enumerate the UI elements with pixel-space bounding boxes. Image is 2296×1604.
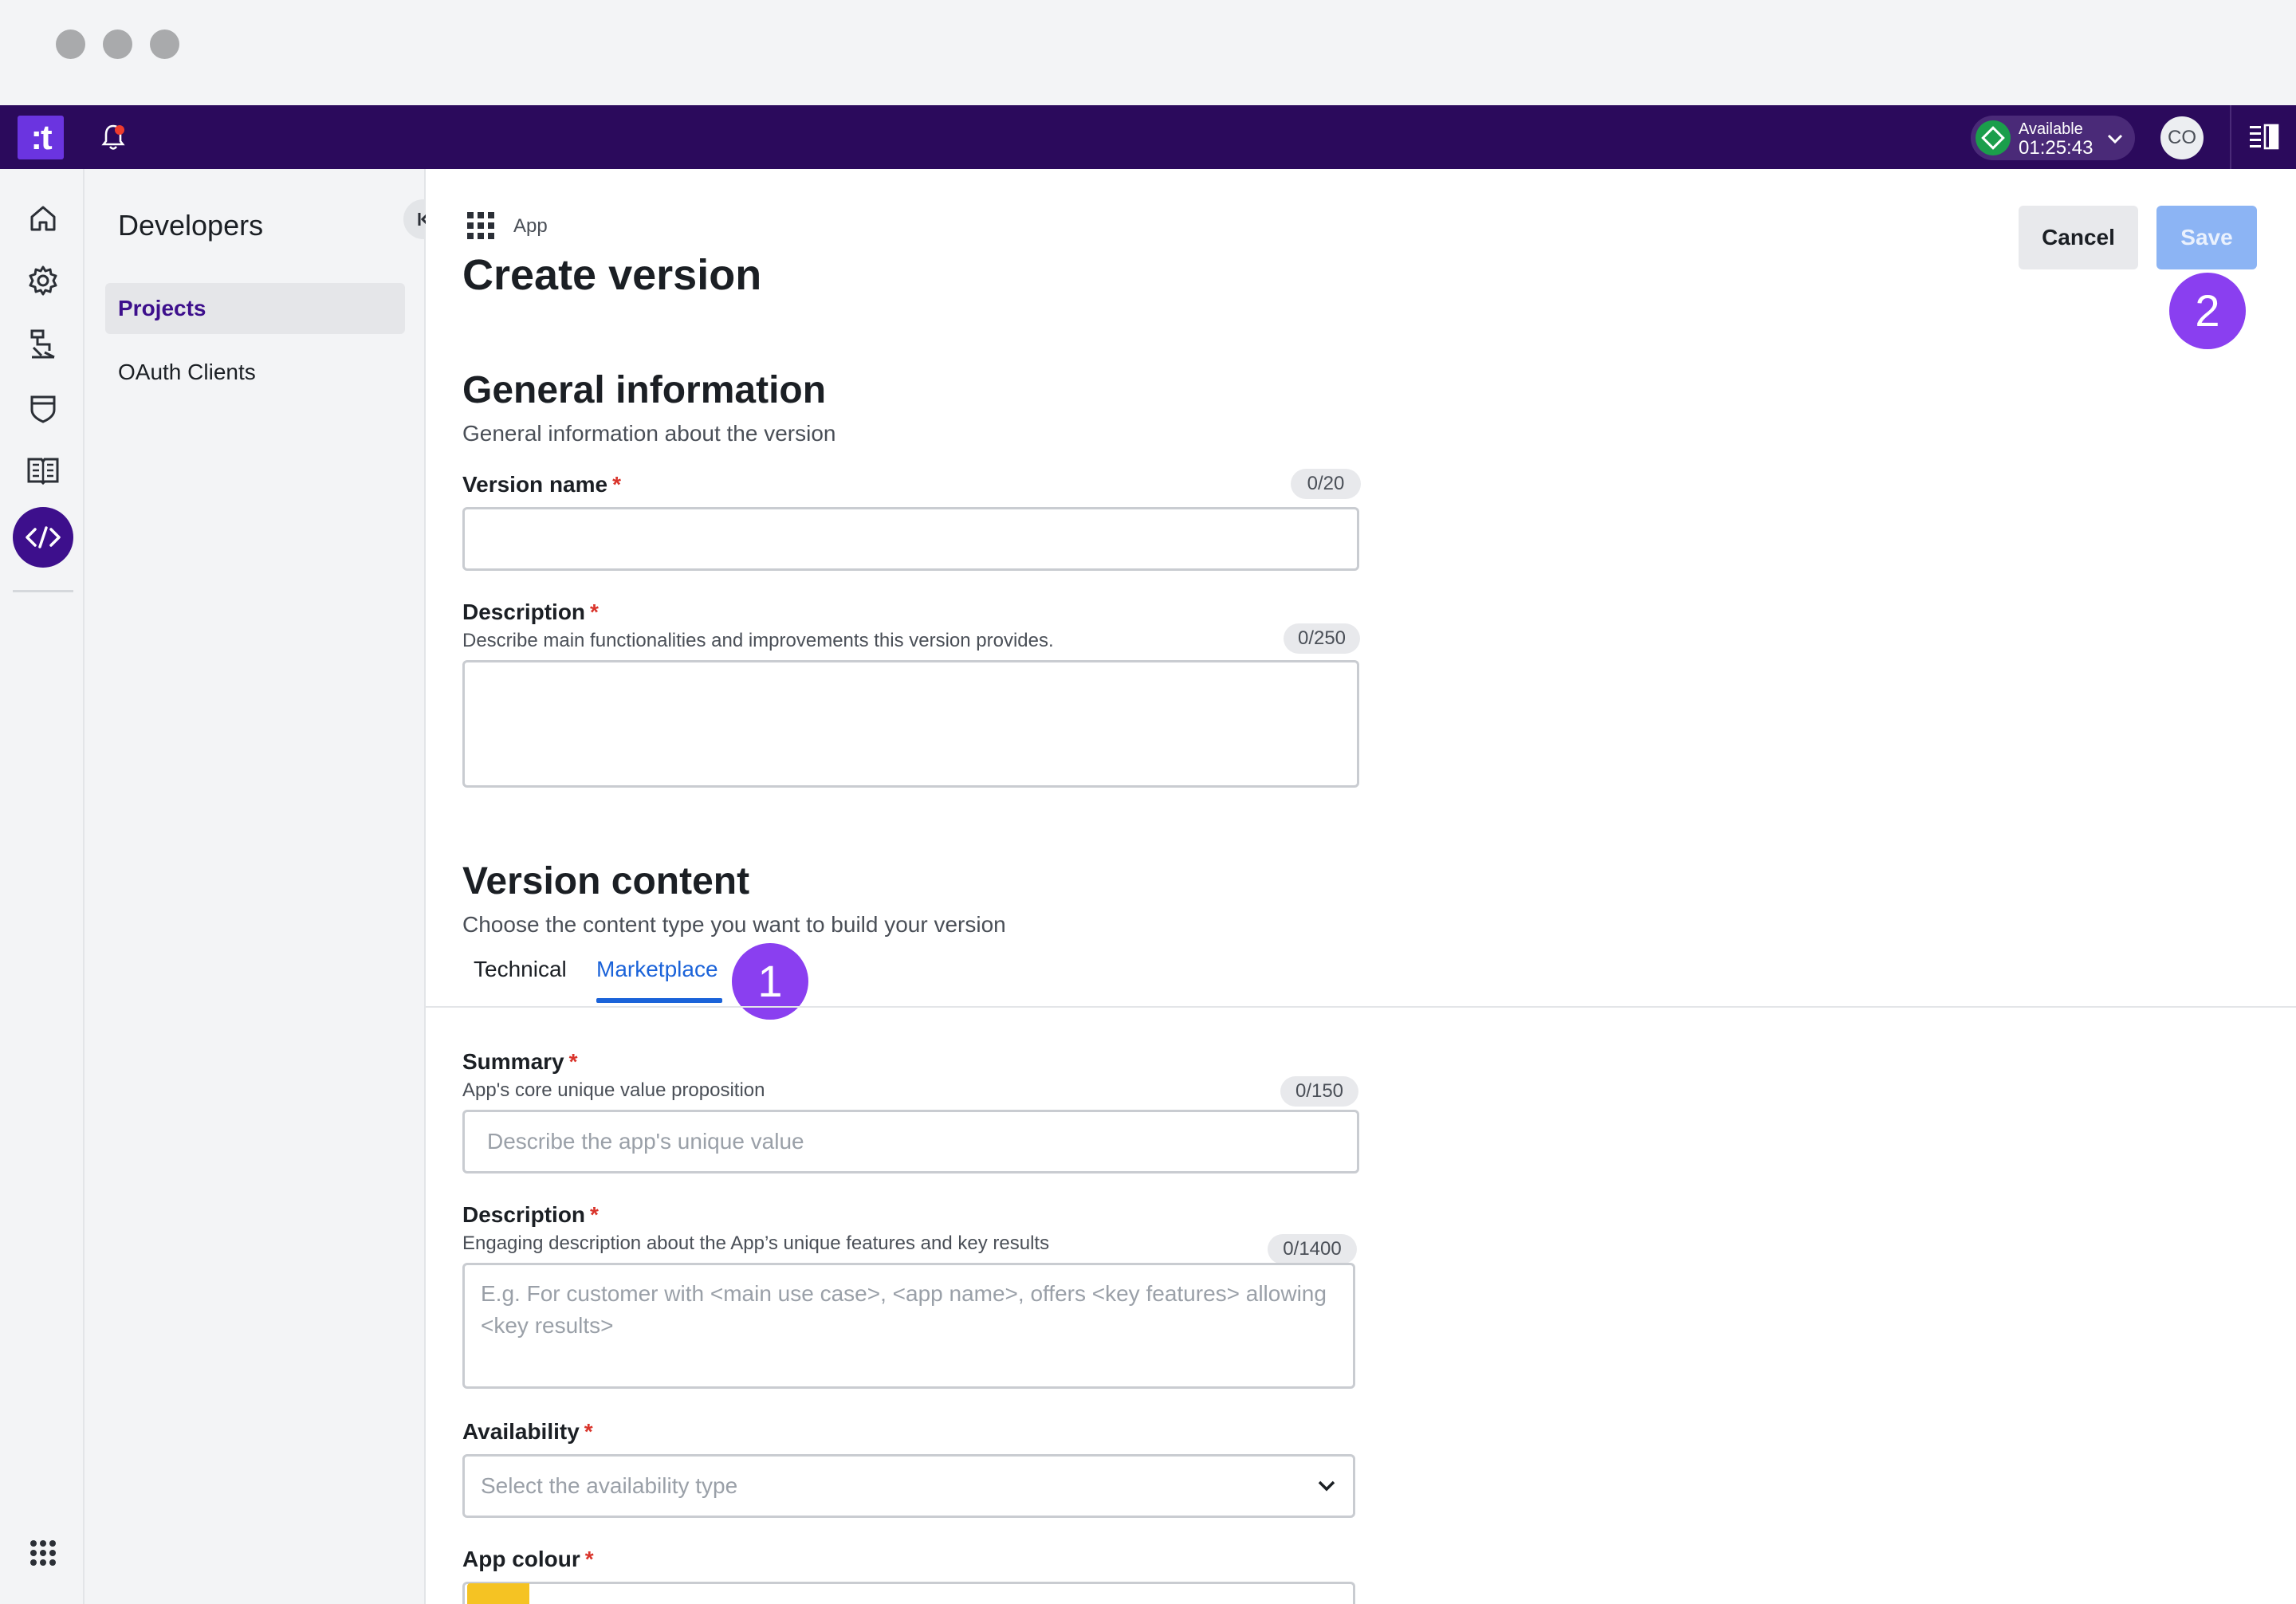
cancel-button[interactable]: Cancel (2019, 206, 2138, 269)
summary-help: App's core unique value proposition (462, 1079, 765, 1101)
save-button[interactable]: Save (2156, 206, 2257, 269)
shield-icon[interactable] (26, 391, 61, 426)
apps-grid-icon[interactable] (29, 1539, 57, 1567)
app-colour-swatch[interactable] (467, 1583, 529, 1604)
summary-counter: 0/150 (1280, 1076, 1358, 1107)
general-description-textarea[interactable] (462, 660, 1359, 788)
chevron-down-icon (2107, 134, 2123, 144)
general-description-label: Description * (462, 600, 599, 624)
code-icon (26, 526, 61, 548)
rail-item-developers[interactable] (13, 507, 73, 568)
side-panel-toggle-icon[interactable] (2248, 123, 2280, 151)
tab-divider (426, 1006, 2296, 1008)
tab-marketplace[interactable]: Marketplace (596, 957, 718, 982)
content-section-subtitle: Choose the content type you want to buil… (462, 912, 1006, 937)
marketplace-description-counter: 0/1400 (1268, 1234, 1357, 1264)
app-colour-label: App colour * (462, 1547, 594, 1571)
marketplace-description-help: Engaging description about the App’s uni… (462, 1232, 1050, 1254)
content-section-title: Version content (462, 860, 750, 902)
status-timer: 01:25:43 (2019, 137, 2094, 159)
step-badge-save: 2 (2169, 273, 2246, 349)
app-logo[interactable]: :t (18, 116, 64, 159)
notification-bell-icon[interactable] (97, 121, 129, 153)
book-icon[interactable] (26, 453, 61, 488)
window-minimize-button[interactable] (103, 29, 132, 59)
workflow-icon[interactable] (26, 327, 61, 362)
general-section-subtitle: General information about the version (462, 421, 836, 446)
icon-rail (0, 169, 85, 1604)
version-name-input[interactable] (462, 507, 1359, 571)
status-label: Available (2019, 120, 2083, 138)
app-colour-picker[interactable] (462, 1582, 1355, 1604)
window-close-button[interactable] (56, 29, 85, 59)
top-app-bar: :t Available 01:25:43 CO (0, 105, 2296, 169)
subnav-item-oauth-clients[interactable]: OAuth Clients (105, 347, 405, 398)
general-section-title: General information (462, 369, 827, 411)
tab-technical[interactable]: Technical (474, 957, 567, 982)
rail-separator (13, 590, 73, 592)
active-tab-indicator (596, 998, 722, 1003)
availability-status-dropdown[interactable]: Available 01:25:43 (1971, 116, 2135, 160)
gear-icon[interactable] (26, 263, 61, 298)
topbar-divider (2230, 105, 2231, 169)
subnav-item-projects[interactable]: Projects (105, 283, 405, 334)
summary-input[interactable]: Describe the app's unique value (462, 1110, 1359, 1174)
subnav-title: Developers (118, 209, 264, 242)
general-description-counter: 0/250 (1284, 623, 1360, 654)
page-title: Create version (462, 251, 762, 299)
developers-subnav: Developers Projects OAuth Clients (85, 169, 443, 1604)
main-content: App Create version Cancel Save 2 General… (426, 169, 2296, 1604)
status-indicator-icon (1976, 120, 2011, 155)
availability-select[interactable]: Select the availability type (462, 1454, 1355, 1518)
summary-label: Summary * (462, 1049, 578, 1074)
window-chrome (0, 0, 2296, 105)
marketplace-description-placeholder: E.g. For customer with <main use case>, … (481, 1281, 1327, 1338)
user-avatar[interactable]: CO (2160, 116, 2204, 159)
app-grid-icon (467, 212, 494, 239)
marketplace-description-textarea[interactable]: E.g. For customer with <main use case>, … (462, 1263, 1355, 1389)
availability-label: Availability * (462, 1419, 593, 1444)
step-badge-marketplace: 1 (732, 943, 808, 1020)
chevron-down-icon (1318, 1480, 1335, 1492)
window-maximize-button[interactable] (150, 29, 179, 59)
home-icon[interactable] (26, 201, 61, 236)
version-name-label: Version name * (462, 472, 621, 497)
availability-placeholder: Select the availability type (481, 1473, 738, 1498)
marketplace-description-label: Description * (462, 1202, 599, 1227)
breadcrumb[interactable]: App (513, 215, 548, 238)
summary-placeholder: Describe the app's unique value (487, 1129, 804, 1154)
version-name-counter: 0/20 (1291, 469, 1361, 499)
general-description-help: Describe main functionalities and improv… (462, 630, 1054, 651)
